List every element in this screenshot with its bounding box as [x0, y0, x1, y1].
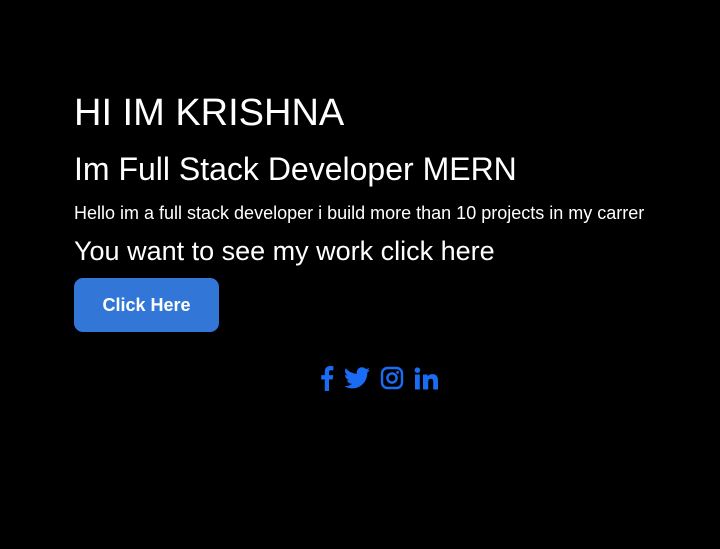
facebook-link[interactable] [320, 364, 334, 392]
linkedin-link[interactable] [414, 364, 438, 392]
twitter-icon [344, 367, 370, 389]
instagram-icon [380, 366, 404, 390]
hero-intro: Hello im a full stack developer i build … [74, 203, 645, 223]
linkedin-icon [414, 366, 438, 389]
cta-prompt: You want to see my work click here [74, 236, 495, 266]
twitter-link[interactable] [344, 364, 370, 392]
instagram-link[interactable] [380, 364, 404, 392]
click-here-button[interactable]: Click Here [74, 278, 219, 332]
hero-title: HI IM KRISHNA [74, 92, 345, 134]
hero-subtitle: Im Full Stack Developer MERN [74, 151, 517, 187]
social-links [320, 364, 448, 392]
facebook-icon [321, 366, 334, 391]
